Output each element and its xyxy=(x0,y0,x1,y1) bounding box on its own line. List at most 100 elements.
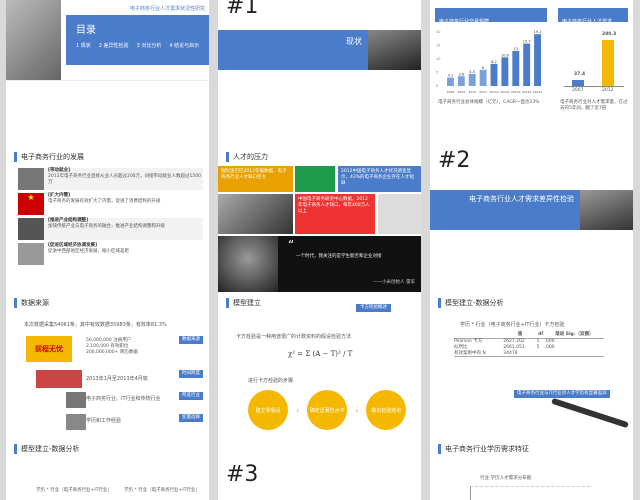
chart-bar xyxy=(457,76,465,86)
y-tick-label: 20 xyxy=(436,30,440,34)
slide-toc[interactable]: 电子商务行业人才需求状况性研究 目录 1 现状 2 差异性检验 3 对比分析 4… xyxy=(6,0,209,146)
industry-photo xyxy=(66,392,86,408)
steps-title: 进行卡方检验的步骤 xyxy=(248,378,294,384)
y-tick-label: 10 xyxy=(436,57,440,61)
steps: 建立零假设 › 确定显著性水平 › 做出检验结论 xyxy=(248,390,407,430)
chart-bar xyxy=(447,77,454,86)
left-bar-chart: 3.120083.620094.52010620118.22011e10.620… xyxy=(436,30,543,94)
pen-icon xyxy=(551,397,629,429)
chart-bar xyxy=(490,63,498,86)
slide-title: 数据来源 xyxy=(14,298,49,308)
right-chart-title: 电子商务行业人才需求 xyxy=(562,19,613,25)
toc-item[interactable]: 1 现状 xyxy=(76,42,91,49)
bar-value-label: 6 xyxy=(482,66,484,70)
year-label: 2007 xyxy=(572,88,584,93)
tag-badge: 卡方检验概述 xyxy=(356,304,391,312)
edu-text: 学历和工作经验 xyxy=(86,418,122,424)
slide-development[interactable]: 电子商务行业的发展 [带动就业] 2012年电子商务行业直接从业人员超过200万，… xyxy=(6,146,209,292)
item-photo xyxy=(18,243,44,265)
bar-value-label: 3.6 xyxy=(459,72,465,76)
tick-label: 2014e xyxy=(522,90,532,94)
section-number: #1 xyxy=(226,0,259,19)
toc-item[interactable]: 4 结论与启示 xyxy=(169,42,199,49)
tag-badge: 数据来源 xyxy=(179,336,203,344)
step-circle: 做出检验结论 xyxy=(366,390,407,430)
stat: 200,000,000+ 简历数据 xyxy=(86,349,138,355)
item-text: 促进中西部地区经济发展，缩小区域差距 xyxy=(48,248,129,254)
flag-icon: ★ xyxy=(18,193,44,215)
tick-label: 2013e xyxy=(511,90,521,94)
slide-model[interactable]: 模型建立 卡方检验概述 卡方检验是一种用途很广的计数资料的假设检验方法 χ² =… xyxy=(218,292,421,438)
bar-value-label: 19.2 xyxy=(534,30,542,34)
quote-panel: “ 一个时代，我关注的是学生能否和企业对接 ——小米创始人 雷军 xyxy=(218,236,421,292)
quote-text: 一个时代，我关注的是学生能否和企业对接 xyxy=(296,254,382,259)
bar-2012 xyxy=(602,40,614,86)
tag-badge: 时间跨度 xyxy=(179,370,203,378)
list-item: ★ [扩大内需] 电子商务的发展有效扩大了内需，促进了消费结构的升级 xyxy=(18,193,203,215)
slide-title: 电子商务行业学历需求特征 xyxy=(438,444,529,454)
stats-list: 56,000,000 注册用户 2,100,000 有效职位 200,000,0… xyxy=(86,338,138,356)
slide-analysis[interactable]: 模型建立-数据分析 学历 * 行业（电子商务行业+IT行业）卡方检验 值 df 渐进… xyxy=(430,292,633,438)
toc-item[interactable]: 2 差异性检验 xyxy=(99,42,129,49)
slide-title: 人才的压力 xyxy=(226,152,268,162)
toc-header: 电子商务行业人才需求状况性研究 xyxy=(129,6,205,12)
data-intro: 本次数据采集54061条，其中有效数据35983条，有效率81.3% xyxy=(24,322,167,328)
slide-data-source[interactable]: 数据来源 本次数据采集54061条，其中有效数据35983条，有效率81.3% … xyxy=(6,292,209,438)
stat: 56,000,000 注册用户 xyxy=(86,338,132,343)
bar-value-label: 3.1 xyxy=(448,74,454,78)
item-photo xyxy=(18,218,44,240)
divider xyxy=(6,80,209,81)
slide-title: 模型建立 xyxy=(226,298,261,308)
chart-bar xyxy=(468,73,476,86)
bar-value-label: 10.6 xyxy=(501,53,509,57)
bar-label: 280.3 xyxy=(602,32,617,37)
chart-caption: 行业-学历人才需求分布图 xyxy=(480,476,532,481)
formula: χ² = Σ (A − T)² / T xyxy=(288,350,353,358)
slide-charts[interactable]: 电子商务行业交易规模 3.1 2008 3.6 2009 4.5 2010 6 2011 8.2… xyxy=(430,0,633,146)
slide-section-2[interactable]: #2 电子商务行业人才需求差异性检验 xyxy=(430,146,633,292)
chi-table: 值 df 渐进 Sig.（双侧） Pearson 卡方 2627.202 5.000 似… xyxy=(454,332,604,357)
chart-bar xyxy=(512,50,520,86)
section-band: 现状 xyxy=(218,30,368,70)
time-span: 2013年1月至2013年4月底 xyxy=(86,376,148,382)
slide-section-3[interactable]: #3 xyxy=(218,438,421,500)
toc-photo xyxy=(6,0,61,80)
tag-badge: 所选行业 xyxy=(179,392,203,400)
item-text: 加快传统产业与电子商务的融合，推进产业结构调整和升级 xyxy=(48,223,165,229)
toc-items: 1 现状 2 差异性检验 3 对比分析 4 结论与启示 xyxy=(76,42,209,49)
slide-analysis-2[interactable]: 模型建立-数据分析 学历 * 行业（电子商务行业+IT行业） 学历 * 行业（电… xyxy=(6,438,209,500)
person-photo xyxy=(218,194,293,234)
tick-label: 2015e xyxy=(533,90,543,94)
bar-value-label: 15.7 xyxy=(523,40,531,44)
tick-label: 2009 xyxy=(458,90,466,94)
item-text: 2012年电子商务行业直接从业人员超过200万，间接带动就业人数超过1500万 xyxy=(48,173,201,185)
logo-51job: 前程无忧 xyxy=(26,336,72,362)
note-badge: 电子商务行业与IT行业对人才学历有显著差异 xyxy=(514,390,610,398)
toc-item[interactable]: 3 对比分析 xyxy=(137,42,162,49)
list-item: [推进产业结构调整] 加快传统产业与电子商务的融合，推进产业结构调整和升级 xyxy=(18,218,203,240)
left-chart-header: 电子商务行业交易规模 xyxy=(435,8,547,25)
bar-value-label: 4.5 xyxy=(469,70,475,74)
item-text: 电子商务的发展有效扩大了内需，促进了消费结构的升级 xyxy=(48,198,161,204)
slide-pressure[interactable]: 人才的压力 据阿里巴巴2012年报数据，电子商务行业人才缺口巨大 2012中国电… xyxy=(218,146,421,292)
slide-title: 电子商务行业的发展 xyxy=(14,152,84,162)
y-tick-label: 0 xyxy=(436,84,438,88)
slide-section-1[interactable]: #1 现状 xyxy=(218,0,421,146)
arrow-icon: › xyxy=(355,405,359,415)
green-block xyxy=(295,166,335,192)
slide-edu-demand[interactable]: 电子商务行业学历需求特征 行业-学历人才需求分布图 xyxy=(430,438,633,500)
chart-bar xyxy=(479,69,487,86)
step-circle: 确定显著性水平 xyxy=(307,390,348,430)
tick-label: 2012e xyxy=(500,90,510,94)
chart-bar xyxy=(523,43,531,86)
stat-box: 据阿里巴巴2012年报数据，电子商务行业人才缺口巨大 xyxy=(218,166,293,192)
list-item: [促进区域经济协调发展] 促进中西部地区经济发展，缩小区域差距 xyxy=(18,243,203,265)
bar-value-label: 13 xyxy=(514,47,518,51)
section-band: 电子商务行业人才需求差异性检验 xyxy=(430,190,580,230)
section-title: 现状 xyxy=(346,37,362,46)
y-tick-label: 5 xyxy=(436,71,438,75)
left-chart-caption: 电子商务行业总体规模（亿元），CAGR一直达13% xyxy=(438,100,540,105)
axis xyxy=(564,86,624,87)
truck-photo xyxy=(580,190,633,230)
chi-desc: 卡方检验是一种用途很广的计数资料的假设检验方法 xyxy=(236,334,352,340)
